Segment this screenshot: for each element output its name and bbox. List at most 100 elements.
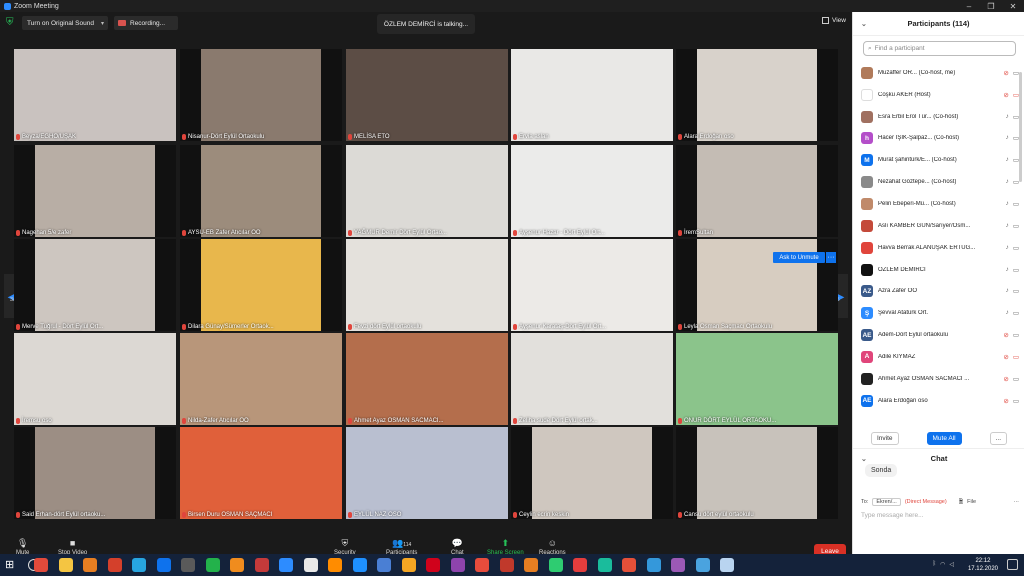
video-tile[interactable]: Ahmet Ayaz OSMAN SACMACI... (346, 333, 508, 425)
mic-off-icon[interactable]: ⊘ (1003, 397, 1008, 405)
participant-row[interactable]: Pelin Ebeperi-Mü... (Co-host) ♪ ▭ (861, 193, 1019, 215)
video-tile[interactable]: Cansu dört eylül ortaokulu (676, 427, 838, 519)
video-tile[interactable]: Ayşenur Hazar - Dört Eylül Ort... (511, 145, 673, 237)
taskbar-app-icon[interactable] (597, 558, 612, 572)
taskbar-app-icon[interactable] (548, 558, 563, 572)
taskbar-clock[interactable]: 22:12 17.12.2020 (968, 557, 998, 573)
collapse-chevron-icon[interactable]: ⌄ (861, 455, 867, 463)
video-tile[interactable]: Nisanur-Dört Eylül Ortaokulu (180, 49, 342, 141)
taskbar-app-icon[interactable] (646, 558, 661, 572)
participant-row[interactable]: Nezahat Göztepe... (Co-host) ♪ ▭ (861, 171, 1019, 193)
taskbar-app-icon[interactable] (303, 558, 318, 572)
participant-row[interactable]: M Murat şahintürk/E... (Co-host) ♪ ▭ (861, 149, 1019, 171)
file-button[interactable]: File (967, 499, 976, 505)
file-icon[interactable]: 🗎 (959, 498, 963, 507)
participant-row[interactable]: AZ Azra Zafer OO ♪ ▭ (861, 280, 1019, 302)
mic-icon[interactable]: ♪ (1006, 200, 1009, 208)
video-tile[interactable]: İremSultan (676, 145, 838, 237)
video-tile[interactable]: Fevzi dört Eylül ortaokulu (346, 239, 508, 331)
video-tile[interactable]: Ervia aslan (511, 49, 673, 141)
view-button[interactable]: View (822, 17, 846, 24)
participant-row[interactable]: Muzaffer OR... (Co-host, me) ⊘ ▭ (861, 62, 1019, 84)
mic-icon[interactable]: ♪ (1006, 156, 1009, 164)
taskbar-app-icon[interactable] (499, 558, 514, 572)
participant-row[interactable]: ÖZLEM DEMİRCİ ♪ ▭ (861, 259, 1019, 281)
taskbar-app-icon[interactable] (401, 558, 416, 572)
taskbar-app-icon[interactable] (107, 558, 122, 572)
taskbar-app-icon[interactable] (132, 558, 146, 572)
more-icon[interactable]: ··· (1014, 499, 1020, 505)
taskbar-app-icon[interactable] (58, 558, 73, 572)
minimize-button[interactable]: – (958, 0, 980, 12)
participant-row[interactable]: h Hacer IŞIK-Şalpaz... (Co-host) ♪ ▭ (861, 128, 1019, 150)
video-tile[interactable]: Ayşenur Karataş-Dört Eylül Ort... (511, 239, 673, 331)
taskbar-app-icon[interactable] (671, 558, 685, 572)
mic-icon[interactable]: ♪ (1006, 244, 1009, 252)
mic-off-icon[interactable]: ⊘ (1003, 375, 1008, 383)
maximize-button[interactable]: ❐ (980, 0, 1002, 12)
participant-row[interactable]: AE Adem-Dört Eylül ortaokulu ⊘ ▭ (861, 324, 1019, 346)
more-options-button[interactable]: ... (989, 432, 1008, 445)
participant-row[interactable]: Aslı KAMBER GÜN/Sarıyer/Osm... ♪ ▭ (861, 215, 1019, 237)
participant-row[interactable]: Havva Berrak ALANUŞAK ERTUĞ... ♪ ▭ (861, 237, 1019, 259)
speaker-icon[interactable]: ◁ (949, 561, 954, 568)
participant-row[interactable]: Esra Erbil Erol Tür... (Co-host) ♪ ▭ (861, 106, 1019, 128)
tile-more-button[interactable]: ··· (826, 252, 836, 263)
participant-scrollbar[interactable] (1019, 72, 1022, 182)
video-tile[interactable]: İremsu oso (14, 333, 176, 425)
taskbar-app-icon[interactable] (156, 558, 171, 572)
video-tile[interactable]: Alara Erdoğan oso (676, 49, 838, 141)
video-tile[interactable]: EYLÜL NAZ OSO (346, 427, 508, 519)
video-tile[interactable]: Said Erhan-dört Eylül ortaoku... (14, 427, 176, 519)
taskbar-app-icon[interactable] (83, 558, 97, 572)
mic-off-icon[interactable]: ⊘ (1003, 331, 1008, 339)
taskbar-app-icon[interactable] (352, 558, 367, 572)
taskbar-app-icon[interactable] (720, 558, 734, 572)
video-tile[interactable]: Birsen Duru OSMAN SAÇMACI (180, 427, 342, 519)
mute-all-button[interactable]: Mute All (926, 432, 962, 445)
taskbar-app-icon[interactable] (377, 558, 391, 572)
mic-off-icon[interactable]: ⊘ (1003, 353, 1008, 361)
bluetooth-icon[interactable]: ᛒ (933, 561, 937, 568)
video-tile[interactable]: Ceylin ecrin keskin (511, 427, 673, 519)
close-button[interactable]: ✕ (1002, 0, 1024, 12)
taskbar-app-icon[interactable] (181, 558, 195, 572)
windows-start-icon[interactable]: ⊞ (5, 558, 19, 572)
video-tile[interactable]: Dilara Günay/Sümerler Ortaok... (180, 239, 342, 331)
participant-search-input[interactable]: ⌕ Find a participant (863, 41, 1016, 56)
mic-off-icon[interactable]: ⊘ (1003, 69, 1008, 77)
mic-icon[interactable]: ♪ (1006, 287, 1009, 295)
participant-row[interactable]: A Adile KIYMAZ ⊘ ▭ (861, 346, 1019, 368)
recipient-select[interactable]: Ekren/... (872, 498, 901, 506)
notification-icon[interactable] (1007, 559, 1018, 570)
video-tile[interactable]: Nagehan 5/e zafer (14, 145, 176, 237)
taskbar-app-icon[interactable] (524, 558, 538, 572)
taskbar-app-icon[interactable] (695, 558, 710, 572)
taskbar-app-icon[interactable] (426, 558, 440, 572)
taskbar-app-icon[interactable] (205, 558, 220, 572)
mic-icon[interactable]: ♪ (1006, 222, 1009, 230)
taskbar-app-icon[interactable] (475, 558, 489, 572)
invite-button[interactable]: Invite (870, 432, 899, 445)
mic-off-icon[interactable]: ⊘ (1003, 91, 1008, 99)
mic-icon[interactable]: ♪ (1006, 266, 1009, 274)
video-tile[interactable]: AYSU-EB Zafer Atıcılar OO (180, 145, 342, 237)
video-tile[interactable]: Zeliha sude Dört Eylül ortak... (511, 333, 673, 425)
original-sound-button[interactable]: Turn on Original Sound ▾ (22, 16, 108, 30)
video-tile[interactable]: YAĞMUR Demir Dört Eylül Ortao... (346, 145, 508, 237)
security-shield-icon[interactable]: ⛨ (6, 17, 16, 28)
collapse-chevron-icon[interactable]: ⌄ (861, 20, 867, 28)
mic-icon[interactable]: ♪ (1006, 309, 1009, 317)
taskbar-app-icon[interactable] (230, 558, 244, 572)
taskbar-app-icon[interactable] (34, 558, 48, 572)
video-tile[interactable]: ONUR DÖRT EYLÜL ORTAOKU... (676, 333, 838, 425)
taskbar-app-icon[interactable] (254, 558, 269, 572)
taskbar-app-icon[interactable] (573, 558, 587, 572)
chat-message-input[interactable]: Type message here... (861, 512, 924, 519)
video-tile[interactable]: MELİSA ETO (346, 49, 508, 141)
video-tile[interactable]: Nilda-Zafer Atıcılar OO (180, 333, 342, 425)
participant-row[interactable]: Ahmet Ayaz OSMAN SACMACI ... ⊘ ▭ (861, 368, 1019, 390)
participant-row[interactable]: AE Alara Erdoğan oso ⊘ ▭ (861, 390, 1019, 412)
ask-to-unmute-button[interactable]: Ask to Unmute (773, 252, 825, 263)
taskbar-app-icon[interactable] (450, 558, 465, 572)
